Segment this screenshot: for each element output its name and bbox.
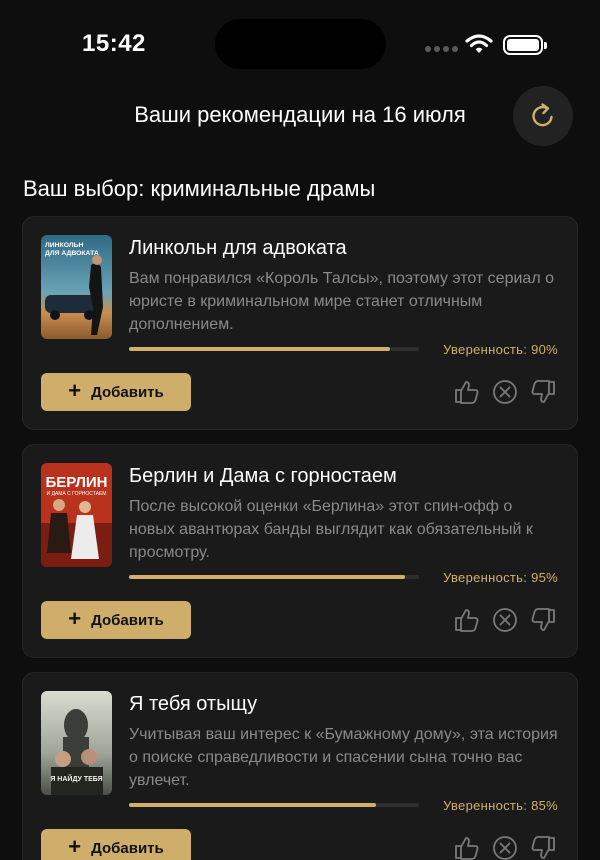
refresh-icon [532, 103, 553, 127]
recommendation-card: Я НАЙДУ ТЕБЯ Я тебя отыщу Учитывая ваш и… [22, 672, 578, 860]
cellular-signal-icon [425, 46, 458, 52]
refresh-button[interactable] [513, 86, 573, 146]
close-circle-icon [493, 836, 517, 860]
thumbs-down-icon [531, 380, 555, 403]
dislike-button[interactable] [529, 377, 559, 407]
recommendations-screen: 15:42 Ваши рекомендации на 16 июля Ваш в… [0, 0, 600, 860]
card-title: Я тебя отыщу [129, 693, 258, 715]
wifi-icon [465, 34, 493, 53]
status-bar: 15:42 [0, 0, 600, 90]
thumbs-down-icon [531, 836, 555, 859]
card-title: Берлин и Дама с горностаем [129, 465, 397, 487]
add-button[interactable]: + Добавить [41, 373, 191, 411]
recommendation-card: ЛИНКОЛЬН ДЛЯ АДВОКАТА Линкольн для адвок… [22, 216, 578, 430]
thumbs-down-icon [531, 608, 555, 631]
thumbs-up-icon [455, 837, 479, 860]
like-button[interactable] [451, 605, 481, 635]
dynamic-island [215, 19, 386, 69]
dismiss-button[interactable] [490, 833, 520, 860]
confidence-bar [129, 347, 419, 351]
card-description: Вам понравился «Король Талсы», поэтому э… [129, 270, 554, 333]
plus-icon: + [68, 606, 82, 631]
status-time: 15:42 [82, 30, 146, 57]
add-button-label: Добавить [91, 839, 164, 857]
poster-image: Я НАЙДУ ТЕБЯ [41, 691, 112, 795]
add-button[interactable]: + Добавить [41, 829, 191, 860]
plus-icon: + [68, 834, 82, 859]
confidence-label: Уверенность: 85% [443, 798, 558, 813]
svg-text:И ДАМА С ГОРНОСТАЕМ: И ДАМА С ГОРНОСТАЕМ [47, 491, 107, 497]
dislike-button[interactable] [529, 833, 559, 860]
svg-text:Я НАЙДУ ТЕБЯ: Я НАЙДУ ТЕБЯ [50, 774, 102, 783]
dismiss-button[interactable] [490, 377, 520, 407]
confidence-label: Уверенность: 90% [443, 342, 558, 357]
confidence-bar [129, 803, 419, 807]
confidence-bar-fill [129, 347, 390, 351]
dismiss-button[interactable] [490, 605, 520, 635]
page-title: Ваши рекомендации на 16 июля [134, 102, 466, 127]
confidence-label: Уверенность: 95% [443, 570, 558, 585]
confidence-bar-fill [129, 803, 376, 807]
poster-image: БЕРЛИН И ДАМА С ГОРНОСТАЕМ [41, 463, 112, 567]
like-button[interactable] [451, 377, 481, 407]
like-button[interactable] [451, 833, 481, 860]
confidence-bar-fill [129, 575, 405, 579]
thumbs-up-icon [455, 609, 479, 632]
poster-image: ЛИНКОЛЬН ДЛЯ АДВОКАТА [41, 235, 112, 339]
add-button[interactable]: + Добавить [41, 601, 191, 639]
plus-icon: + [68, 378, 82, 403]
card-description: После высокой оценки «Берлина» этот спин… [129, 498, 533, 561]
section-title: Ваш выбор: криминальные драмы [23, 176, 376, 201]
recommendation-card: БЕРЛИН И ДАМА С ГОРНОСТАЕМ Берлин и Дама… [22, 444, 578, 658]
card-title: Линкольн для адвоката [129, 237, 347, 259]
close-circle-icon [493, 608, 517, 632]
card-description: Учитывая ваш интерес к «Бумажному дому»,… [129, 726, 558, 789]
battery-icon [503, 35, 547, 55]
close-circle-icon [493, 380, 517, 404]
dislike-button[interactable] [529, 605, 559, 635]
add-button-label: Добавить [91, 383, 164, 401]
thumbs-up-icon [455, 381, 479, 404]
svg-text:БЕРЛИН: БЕРЛИН [46, 474, 108, 491]
add-button-label: Добавить [91, 611, 164, 629]
confidence-bar [129, 575, 419, 579]
svg-text:ЛИНКОЛЬН: ЛИНКОЛЬН [45, 242, 83, 249]
svg-text:ДЛЯ АДВОКАТА: ДЛЯ АДВОКАТА [45, 250, 99, 257]
